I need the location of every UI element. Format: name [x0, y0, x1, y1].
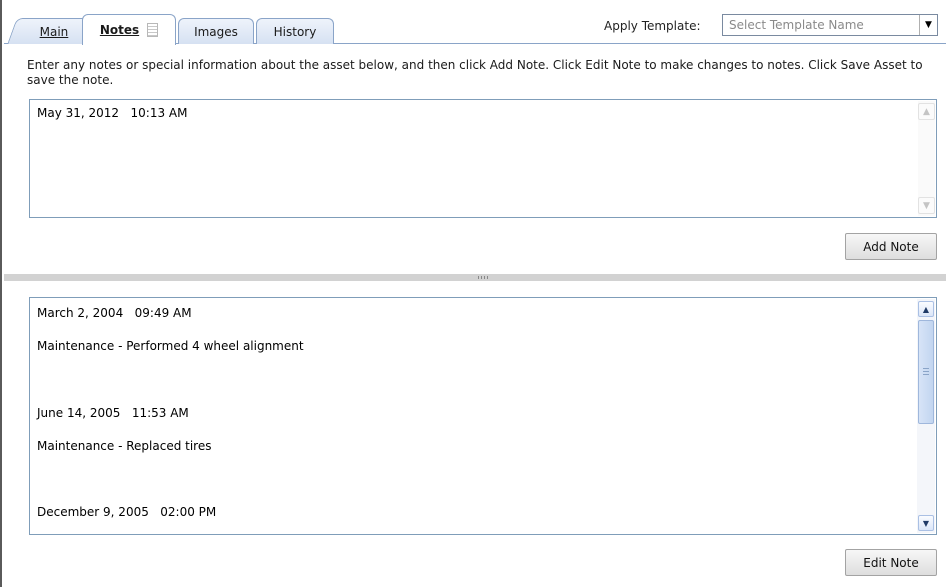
- edit-note-button[interactable]: Edit Note: [845, 549, 937, 576]
- instructions-text: Enter any notes or special information a…: [27, 58, 923, 87]
- scroll-down-icon[interactable]: ▼: [918, 197, 935, 214]
- note-text: Maintenance - Replaced tires: [37, 439, 212, 453]
- note-timestamp: June 14, 2005 11:53 AM: [37, 406, 189, 420]
- note-input-scrollbar[interactable]: ▲ ▼: [918, 101, 935, 216]
- note-timestamp: December 9, 2005 02:00 PM: [37, 505, 217, 519]
- tab-notes[interactable]: Notes: [82, 14, 176, 45]
- note-input[interactable]: May 31, 2012 10:13 AM ▲ ▼: [29, 99, 937, 218]
- tab-history-label: History: [273, 24, 317, 39]
- scroll-up-icon[interactable]: ▲: [918, 103, 935, 120]
- apply-template-label: Apply Template:: [604, 19, 701, 33]
- template-select[interactable]: Select Template Name ▼: [722, 14, 938, 36]
- template-select-placeholder: Select Template Name: [729, 18, 864, 32]
- asset-notes-panel: Main Notes Images History Apply Template…: [0, 0, 946, 587]
- tab-main-label: Main: [39, 24, 69, 39]
- notes-list-scrollbar[interactable]: ▲ ▼: [917, 299, 935, 533]
- notepad-icon: [147, 23, 159, 37]
- note-timestamp: March 2, 2004 09:49 AM: [37, 306, 192, 320]
- note-input-value: May 31, 2012 10:13 AM: [37, 106, 188, 120]
- add-note-button[interactable]: Add Note: [845, 233, 937, 260]
- tab-bar: Main Notes Images History Apply Template…: [4, 0, 946, 45]
- tab-history[interactable]: History: [256, 18, 334, 44]
- note-text: Maintenance - Performed 4 wheel alignmen…: [37, 339, 304, 353]
- chevron-down-icon[interactable]: ▼: [919, 15, 937, 35]
- tab-notes-label: Notes: [99, 23, 140, 37]
- notes-list[interactable]: March 2, 2004 09:49 AM Maintenance - Per…: [29, 297, 937, 535]
- panel-splitter[interactable]: [4, 274, 946, 281]
- tab-images-label: Images: [194, 24, 238, 39]
- tab-images[interactable]: Images: [178, 18, 254, 44]
- scroll-down-icon[interactable]: ▼: [918, 515, 934, 531]
- scroll-up-icon[interactable]: ▲: [918, 301, 934, 317]
- splitter-grip-icon[interactable]: [478, 276, 490, 279]
- scrollbar-thumb[interactable]: [918, 320, 934, 424]
